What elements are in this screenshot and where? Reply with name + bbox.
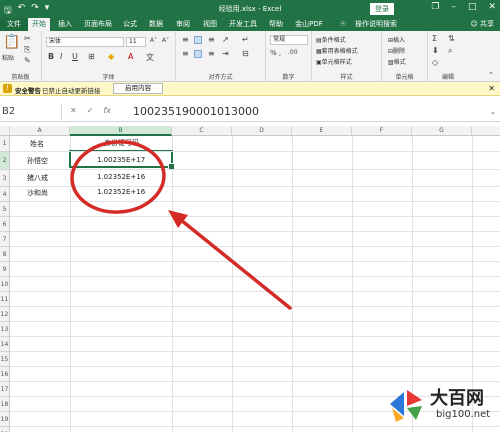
annotation-arrow-shaft	[174, 214, 292, 310]
watermark-brand: 大百网	[430, 388, 484, 409]
watermark-logo	[390, 390, 422, 422]
annotation-circle	[70, 140, 166, 214]
watermark: 大百网 big100.net	[386, 378, 500, 432]
annotation-overlay	[70, 140, 292, 310]
watermark-domain: big100.net	[436, 409, 491, 420]
